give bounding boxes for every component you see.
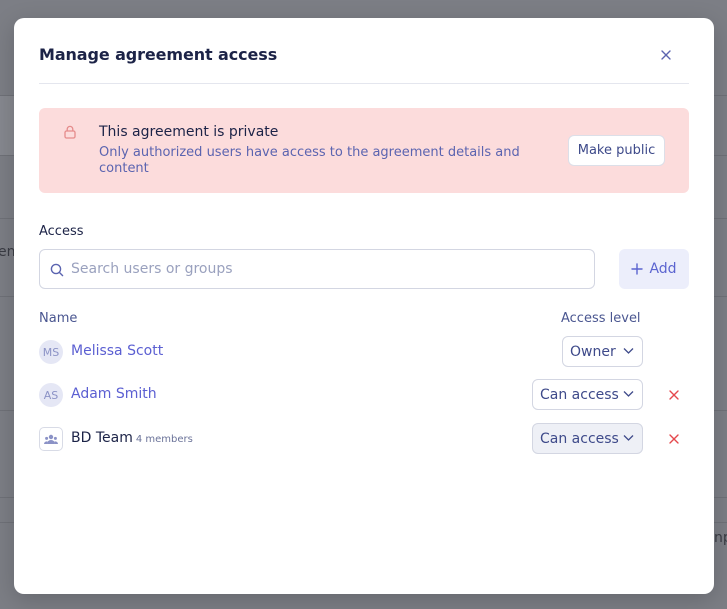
remove-access-button[interactable] <box>667 388 681 402</box>
column-header-access-level: Access level <box>561 311 641 326</box>
add-button-label: Add <box>649 261 677 277</box>
column-header-name: Name <box>39 311 78 326</box>
add-button[interactable]: Add <box>619 249 689 289</box>
remove-access-button[interactable] <box>667 432 681 446</box>
user-name-link[interactable]: Melissa Scott <box>71 343 163 359</box>
backdrop-text: np <box>714 530 727 546</box>
access-row: MS Melissa Scott Owner <box>39 336 689 368</box>
make-public-button[interactable]: Make public <box>568 135 665 166</box>
alert-description: Only authorized users have access to the… <box>99 145 520 176</box>
chevron-down-icon <box>623 348 634 354</box>
close-icon <box>669 434 679 444</box>
access-level-value: Can access <box>540 386 619 403</box>
search-input[interactable] <box>71 251 581 287</box>
access-level-select[interactable]: Can access <box>532 423 643 454</box>
chevron-down-icon <box>623 435 634 441</box>
access-level-value: Owner <box>570 343 616 360</box>
backdrop-band <box>0 95 14 155</box>
search-icon <box>50 262 64 281</box>
access-level-value: Can access <box>540 430 619 447</box>
alert-title: This agreement is private <box>99 124 279 140</box>
group-name-label: BD Team <box>71 430 133 446</box>
access-level-select[interactable]: Owner <box>562 336 643 367</box>
group-icon <box>39 427 63 451</box>
chevron-down-icon <box>623 391 634 397</box>
private-alert: This agreement is private Only authorize… <box>39 108 689 193</box>
group-name: BD Team 4 members <box>71 430 193 446</box>
lock-icon <box>64 124 76 143</box>
access-row: BD Team 4 members Can access <box>39 423 689 455</box>
modal-title: Manage agreement access <box>39 45 278 64</box>
search-box[interactable] <box>39 249 595 289</box>
close-icon <box>661 50 671 60</box>
access-label: Access <box>39 224 84 239</box>
plus-icon <box>631 263 644 275</box>
access-row: AS Adam Smith Can access <box>39 379 689 411</box>
avatar: MS <box>39 340 63 364</box>
modal-header: Manage agreement access <box>39 18 689 84</box>
manage-access-modal: Manage agreement access This agreement i… <box>14 18 714 594</box>
user-name-link[interactable]: Adam Smith <box>71 386 157 402</box>
access-level-select[interactable]: Can access <box>532 379 643 410</box>
close-icon <box>669 390 679 400</box>
close-button[interactable] <box>657 46 675 64</box>
avatar: AS <box>39 383 63 407</box>
group-member-count: 4 members <box>135 434 193 445</box>
